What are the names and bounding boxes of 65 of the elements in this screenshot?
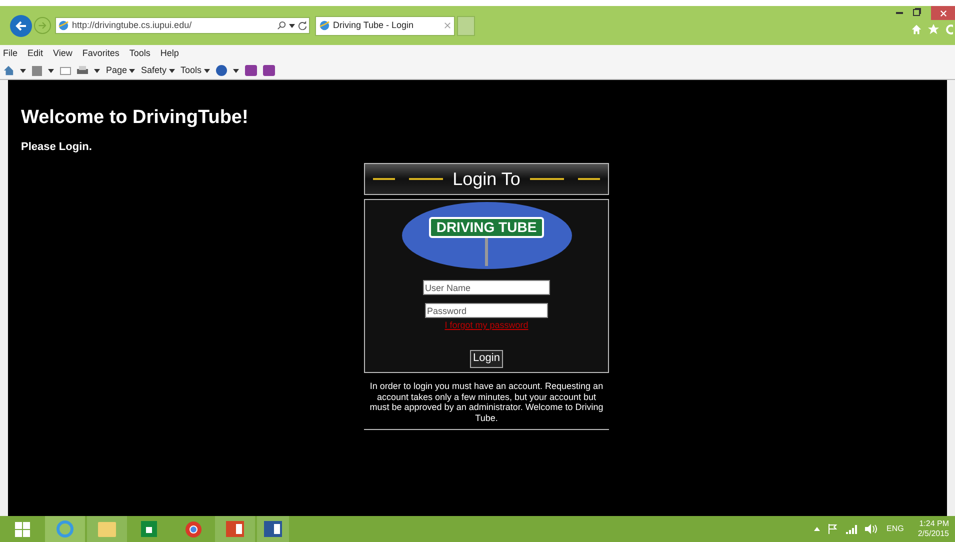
page-subheading: Please Login. [21, 140, 93, 154]
dropdown-caret-icon [168, 68, 175, 73]
restore-icon[interactable] [913, 8, 921, 16]
dropdown-caret-icon [204, 68, 210, 73]
back-button[interactable] [10, 14, 32, 36]
menu-item[interactable]: Edit [28, 46, 44, 60]
close-button[interactable] [931, 6, 955, 20]
menu-item[interactable]: Tools [129, 46, 150, 60]
mail-icon[interactable] [60, 66, 71, 75]
road-lines-icon [372, 178, 443, 180]
folder-icon [98, 522, 116, 536]
taskbar-app-button[interactable] [257, 516, 289, 542]
clock-time: 1:24 PM [919, 519, 949, 529]
home-icon[interactable] [911, 24, 922, 35]
refresh-icon[interactable] [298, 21, 307, 30]
store-bag-icon [141, 521, 157, 537]
dropdown-caret-icon [20, 68, 26, 73]
dropdown-caret-icon [129, 68, 136, 73]
command-menu-button[interactable]: Safety [141, 64, 175, 78]
dropdown-caret-icon [94, 68, 100, 73]
signal-icon[interactable] [846, 524, 857, 534]
menu-item[interactable]: Help [160, 46, 179, 60]
taskbar-app-button[interactable] [215, 516, 255, 542]
command-menu-button[interactable]: Tools [180, 64, 210, 78]
dropdown-caret-icon [289, 24, 295, 28]
close-tab-icon[interactable] [444, 22, 451, 29]
username-field[interactable]: User Name [423, 280, 550, 295]
dropdown-caret-icon [48, 68, 54, 73]
menu-item[interactable]: Favorites [82, 46, 120, 60]
clock-date: 2/5/2015 [918, 529, 949, 539]
login-button[interactable]: Login [470, 350, 503, 368]
presentation-app-icon [226, 521, 244, 537]
dropdown-caret-icon [232, 68, 239, 73]
browser-tab[interactable]: Driving Tube - Login [315, 16, 455, 36]
document-app-icon [264, 521, 282, 537]
info-text: In order to login you must have an account. Requesting an account takes only a few minutes, but your account but must be approved by an administrator. Welcome to Driving Tube. [368, 381, 604, 423]
url-text: http://drivingtube.cs.iupui.edu/ [72, 18, 193, 32]
menu-item[interactable]: View [53, 46, 72, 60]
windows-start-icon[interactable] [15, 522, 30, 536]
back-arrow-icon [15, 20, 27, 32]
forward-button[interactable] [34, 17, 51, 34]
star-icon[interactable] [928, 24, 939, 35]
password-field[interactable]: Password [425, 303, 548, 318]
close-icon [940, 10, 946, 16]
new-tab-button[interactable] [457, 16, 475, 36]
road-lines-icon [530, 178, 600, 180]
logo-sign: DRIVING TUBE [429, 217, 544, 238]
command-menu-button[interactable]: Page [106, 64, 136, 78]
browser-e-icon [56, 520, 74, 538]
chrome-icon [184, 520, 202, 538]
show-hidden-icons-icon[interactable] [814, 527, 820, 531]
forward-arrow-icon [38, 21, 47, 30]
globe-icon [58, 20, 69, 31]
address-bar[interactable]: http://drivingtube.cs.iupui.edu/ [55, 17, 310, 34]
search-icon[interactable] [277, 21, 286, 30]
printer-icon[interactable] [77, 66, 88, 76]
menu-item[interactable]: File [3, 46, 18, 60]
speaker-icon[interactable] [864, 524, 877, 534]
page-heading: Welcome to DrivingTube! [21, 106, 250, 130]
globe-icon [319, 20, 330, 31]
tab-title: Driving Tube - Login [333, 18, 415, 32]
help-icon[interactable] [216, 65, 227, 76]
flag-icon[interactable] [828, 524, 838, 534]
login-title: Login To [452, 168, 520, 191]
home-icon[interactable] [3, 65, 14, 76]
